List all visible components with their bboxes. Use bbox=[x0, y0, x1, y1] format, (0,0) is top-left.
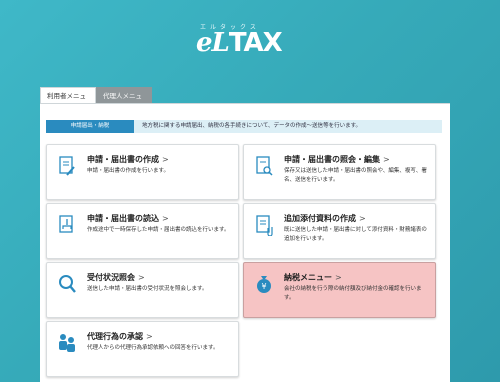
document-upload-icon bbox=[59, 215, 73, 233]
category-description: 地方税に関する申請届出、納税の各手続きについて、データの作成～送信等を行います。 bbox=[134, 120, 442, 133]
card-body: 既に送信した申請・届出書に対して添付資料・財務諸表の追加を行います。 bbox=[284, 227, 427, 242]
menu-panel: 申請届出・納税 地方税に関する申請届出、納税の各手続きについて、データの作成～送… bbox=[40, 103, 450, 382]
people-icon bbox=[59, 334, 75, 352]
card-body: 送信した申請・届出書の受付状況を照会します。 bbox=[87, 286, 208, 292]
card-title: 追加添付資料の作成 > bbox=[284, 214, 366, 223]
card-load-application[interactable]: 申請・届出書の読込 > 作成途中で一時保存した申請・届出書の読込を行います。 bbox=[46, 203, 239, 259]
card-body: 作成途中で一時保存した申請・届出書の読込を行います。 bbox=[87, 227, 230, 233]
card-tax-payment-menu[interactable]: ¥ 納税メニュー > 会社の納税を行う際の納付額及び納付金の確認を行います。 bbox=[243, 262, 436, 318]
card-title: 申請・届出書の照会・編集 > bbox=[284, 155, 390, 164]
money-bag-icon: ¥ bbox=[257, 276, 271, 293]
svg-text:¥: ¥ bbox=[261, 282, 266, 291]
card-status-inquiry[interactable]: 受付状況照会 > 送信した申請・届出書の受付状況を照会します。 bbox=[46, 262, 239, 318]
card-create-application[interactable]: 申請・届出書の作成 > 申請・届出書の作成を行います。 bbox=[46, 144, 239, 200]
card-agent-approval[interactable]: 代理行為の承認 > 代理人からの代理行為承認依頼への回答を行います。 bbox=[46, 321, 239, 377]
card-title: 納税メニュー > bbox=[284, 273, 342, 282]
card-body: 保存又は送信した申請・届出書の照会や、編集、複写、署名、送信を行います。 bbox=[284, 168, 427, 183]
document-clip-icon bbox=[256, 215, 273, 236]
card-view-edit-application[interactable]: 申請・届出書の照会・編集 > 保存又は送信した申請・届出書の照会や、編集、複写、署… bbox=[243, 144, 436, 200]
logo-mark: eLTAX bbox=[196, 28, 283, 58]
card-create-attachment[interactable]: 追加添付資料の作成 > 既に送信した申請・届出書に対して添付資料・財務諸表の追加を… bbox=[243, 203, 436, 259]
card-body: 申請・届出書の作成を行います。 bbox=[87, 168, 169, 174]
document-pen-icon bbox=[59, 156, 75, 176]
card-body: 会社の納税を行う際の納付額及び納付金の確認を行います。 bbox=[284, 286, 422, 301]
card-title: 申請・届出書の作成 > bbox=[87, 155, 169, 164]
category-bar: 申請届出・納税 地方税に関する申請届出、納税の各手続きについて、データの作成～送… bbox=[46, 120, 442, 133]
tab-user-menu[interactable]: 利用者メニュー bbox=[40, 87, 96, 116]
eltax-logo: エルタックス eLTAX bbox=[190, 22, 290, 58]
card-body: 代理人からの代理行為承認依頼への回答を行います。 bbox=[87, 345, 219, 351]
tab-agent-menu[interactable]: 代理人メニュー bbox=[96, 87, 152, 116]
document-search-icon bbox=[256, 156, 273, 176]
menu-tabs: 利用者メニュー 代理人メニュー bbox=[40, 87, 152, 116]
category-label: 申請届出・納税 bbox=[46, 120, 134, 133]
card-title: 受付状況照会 > bbox=[87, 273, 145, 282]
card-title: 申請・届出書の読込 > bbox=[87, 214, 169, 223]
magnifier-icon bbox=[59, 275, 76, 293]
card-title: 代理行為の承認 > bbox=[87, 332, 153, 341]
